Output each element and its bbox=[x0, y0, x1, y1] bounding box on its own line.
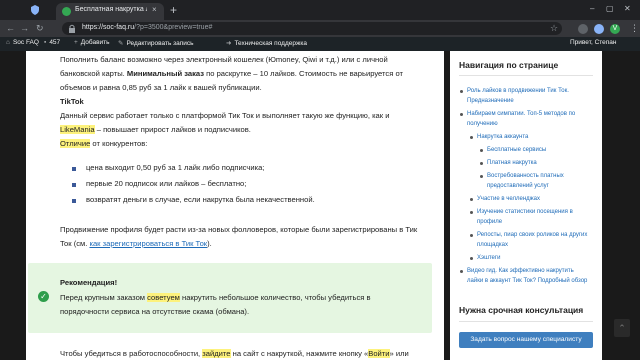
section-label-tiktok: TikTok bbox=[60, 97, 84, 106]
recommendation-box: ✓ Рекомендация! Перед крупным заказом со… bbox=[28, 263, 432, 333]
bookmark-star-icon[interactable]: ☆ bbox=[550, 23, 558, 34]
forward-icon[interactable]: → bbox=[20, 23, 29, 33]
admin-greeting[interactable]: Привет, Степан bbox=[570, 39, 617, 46]
article-content: Пополнить баланс возможно через электрон… bbox=[26, 51, 444, 360]
maximize-icon[interactable]: ▢ bbox=[606, 4, 614, 13]
toc-bullet bbox=[470, 257, 473, 260]
admin-support-link[interactable]: ➜ Техническая поддержка bbox=[226, 39, 307, 47]
toc-link[interactable]: Хэштеги bbox=[477, 253, 500, 263]
list-item: возвратят деньги в случае, если накрутка… bbox=[86, 195, 315, 204]
paragraph-line: Отличие от конкурентов: bbox=[60, 139, 148, 148]
toc-link[interactable]: Бесплатные сервисы bbox=[487, 145, 546, 155]
admin-edit-post[interactable]: ✎ Редактировать запись bbox=[118, 39, 194, 47]
paragraph-line: LikeMania – повышает прирост лайков и по… bbox=[60, 125, 251, 134]
arrow-icon: ➜ bbox=[226, 40, 232, 47]
wp-admin-bar: ⌂ Soc FAQ ▪ 457 + Добавить ✎ Редактировать з… bbox=[0, 37, 640, 51]
toc-bullet bbox=[460, 113, 463, 116]
toc-bullet bbox=[480, 149, 483, 152]
browser-tab[interactable]: Бесплатная накрутка лайков × bbox=[56, 3, 164, 20]
ask-specialist-button[interactable]: Задать вопрос нашему специалисту bbox=[459, 332, 593, 348]
lock-icon bbox=[69, 24, 75, 33]
toc-link[interactable]: предоставлений услуг bbox=[487, 181, 549, 191]
paragraph-line: Ток (см. как зарегистрироваться в Тик То… bbox=[60, 239, 212, 248]
consult-title: Нужна срочная консультация bbox=[459, 305, 584, 315]
list-item: цена выходит 0,50 руб за 1 лайк либо под… bbox=[86, 163, 265, 172]
page-margin bbox=[602, 51, 640, 360]
pencil-icon: ✎ bbox=[118, 40, 124, 47]
recommendation-text: Перед крупным заказом советуем накрутить… bbox=[60, 293, 371, 302]
new-tab-button[interactable]: + bbox=[170, 3, 177, 17]
toc-bullet bbox=[460, 270, 463, 273]
admin-add-new[interactable]: + Добавить bbox=[74, 39, 110, 46]
toc-link[interactable]: Накрутка аккаунта bbox=[477, 132, 528, 142]
tab-title: Бесплатная накрутка лайков bbox=[75, 6, 147, 13]
toc-link[interactable]: Участие в челленджах bbox=[477, 194, 540, 204]
toc-bullet bbox=[470, 198, 473, 201]
recommendation-text: порядочности сервиса на отсутствие скама… bbox=[60, 307, 250, 316]
browser-tab-strip: Бесплатная накрутка лайков × + – ▢ ✕ bbox=[0, 0, 640, 20]
paragraph-line: банковской карты. Минимальный заказ по р… bbox=[60, 69, 403, 78]
admin-site-link[interactable]: ⌂ Soc FAQ bbox=[6, 39, 39, 46]
address-bar[interactable]: https://soc-faq.ru/?p=3500&preview=true#… bbox=[62, 22, 562, 35]
list-item: первые 20 подписок или лайков – бесплатн… bbox=[86, 179, 247, 188]
divider bbox=[459, 75, 593, 76]
comment-icon: ▪ bbox=[44, 39, 47, 46]
toc-link[interactable]: Востребованность платных bbox=[487, 171, 564, 181]
toc-link[interactable]: лайки в аккаунт Тик Ток? Подробный обзор bbox=[467, 276, 587, 286]
extension-puzzle-icon[interactable] bbox=[594, 24, 604, 34]
url-text[interactable]: https://soc-faq.ru/?p=3500&preview=true# bbox=[82, 24, 212, 31]
plus-icon: + bbox=[74, 39, 78, 46]
divider bbox=[459, 321, 593, 322]
paragraph-line: Чтобы убедиться в работоспособности, зай… bbox=[60, 349, 409, 358]
shield-icon[interactable] bbox=[30, 5, 40, 15]
toc-bullet bbox=[480, 162, 483, 165]
extension-icon[interactable] bbox=[578, 24, 588, 34]
register-tiktok-link[interactable]: как зарегистрироваться в Тик Ток bbox=[89, 239, 207, 248]
profile-avatar[interactable]: V bbox=[610, 24, 620, 34]
close-window-icon[interactable]: ✕ bbox=[624, 4, 631, 13]
paragraph-line: объемов и равна 0,85 руб за 1 лайк к ваш… bbox=[60, 83, 262, 92]
toc-link[interactable]: Роль лайков в продвижении Тик Ток. bbox=[467, 86, 569, 96]
tab-close-icon[interactable]: × bbox=[152, 5, 157, 14]
toc-bullet bbox=[480, 175, 483, 178]
page-viewport: Пополнить баланс возможно через электрон… bbox=[0, 51, 640, 360]
recommendation-title: Рекомендация! bbox=[60, 278, 118, 287]
site-favicon-icon bbox=[62, 7, 71, 16]
bullet-marker bbox=[72, 167, 76, 171]
bullet-marker bbox=[72, 183, 76, 187]
toc-bullet bbox=[470, 136, 473, 139]
toc-link[interactable]: Изучение статистики посещения в bbox=[477, 207, 573, 217]
toc-title: Навигация по странице bbox=[459, 60, 559, 70]
sidebar: Навигация по странице Роль лайков в прод… bbox=[450, 51, 602, 360]
toc-link[interactable]: Предназначение bbox=[467, 96, 514, 106]
home-icon: ⌂ bbox=[6, 39, 10, 46]
toc-bullet bbox=[470, 211, 473, 214]
paragraph-line: Продвижение профиля будет расти из-за но… bbox=[60, 225, 418, 234]
admin-comments-link[interactable]: ▪ 457 bbox=[44, 39, 60, 46]
paragraph-line: Пополнить баланс возможно через электрон… bbox=[60, 55, 388, 64]
bullet-marker bbox=[72, 199, 76, 203]
minimize-icon[interactable]: – bbox=[590, 4, 594, 13]
back-icon[interactable]: ← bbox=[6, 23, 15, 33]
toc-link[interactable]: получению bbox=[467, 119, 498, 129]
toc-bullet bbox=[470, 234, 473, 237]
scroll-to-top-icon[interactable]: ⌃ bbox=[614, 319, 630, 337]
browser-toolbar: ← → ↻ https://soc-faq.ru/?p=3500&preview… bbox=[0, 20, 640, 37]
paragraph-line: Данный сервис работает только с платформ… bbox=[60, 111, 390, 120]
toc-link[interactable]: Платная накрутка bbox=[487, 158, 537, 168]
toc-link[interactable]: профиле bbox=[477, 217, 502, 227]
browser-menu-icon[interactable]: ⋮ bbox=[630, 23, 639, 34]
toc-link[interactable]: Видео гид. Как эффективно накрутить bbox=[467, 266, 574, 276]
check-circle-icon: ✓ bbox=[38, 291, 49, 302]
reload-icon[interactable]: ↻ bbox=[36, 23, 44, 33]
toc-link[interactable]: площадках bbox=[477, 240, 508, 250]
toc-bullet bbox=[460, 90, 463, 93]
toc-link[interactable]: Набираем симпатии. Топ-5 методов по bbox=[467, 109, 575, 119]
toc-link[interactable]: Репосты, пиар своих роликов на других bbox=[477, 230, 587, 240]
